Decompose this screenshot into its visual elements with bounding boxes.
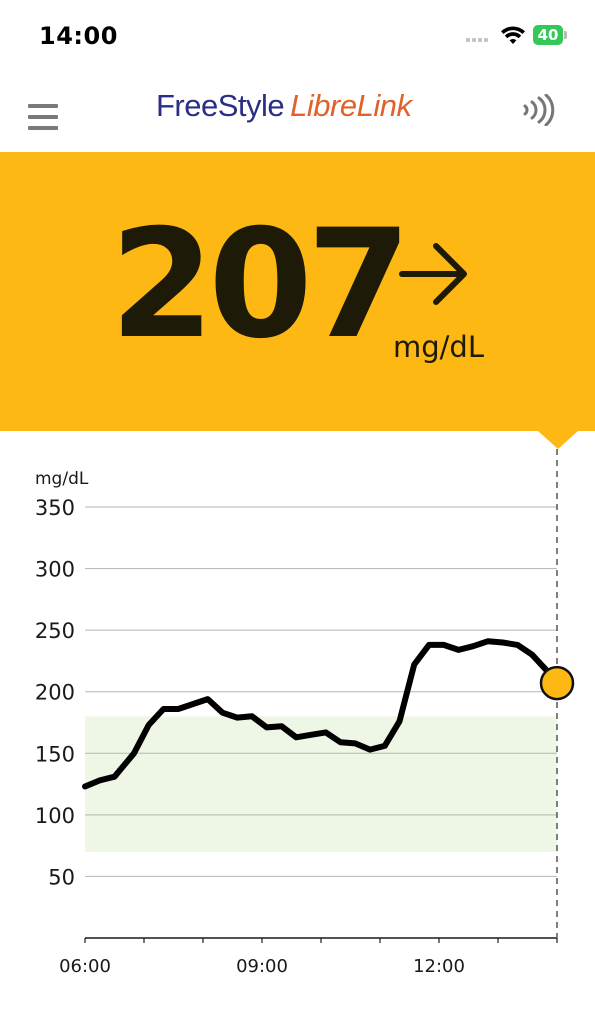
current-reading-marker [539,665,575,701]
cellular-signal-icon [466,38,488,42]
y-tick-label: 250 [35,619,75,643]
glucose-unit: mg/dL [393,330,484,364]
glucose-reading-banner: 207 mg/dL [0,152,595,431]
battery-icon: 40 [533,25,567,45]
nfc-scan-icon[interactable] [522,94,556,126]
x-tick-label: 09:00 [236,956,288,977]
y-tick-label: 200 [35,681,75,705]
y-tick-label: 300 [35,558,75,582]
chart-canvas: 350 300 250 200 150 100 50 06:00 09:00 12:00 mg/… [35,449,575,977]
target-range-band [85,716,557,852]
y-tick-label: 50 [48,865,75,889]
x-tick-label: 06:00 [59,956,111,977]
hamburger-menu-icon[interactable] [28,104,58,130]
status-bar: 14:00 40 [0,0,595,72]
wifi-icon [501,26,525,44]
y-tick-label: 350 [35,496,75,520]
y-tick-label: 100 [35,804,75,828]
status-time: 14:00 [39,22,118,50]
arrow-right-icon [399,243,467,305]
banner-pointer [538,431,578,449]
logo-freestyle: FreeStyle [156,88,285,123]
y-axis-unit-label: mg/dL [35,469,89,489]
glucose-history-chart: 350 300 250 200 150 100 50 06:00 09:00 12:00 mg/… [0,449,595,1024]
y-tick-label: 150 [35,742,75,766]
app-screen: 14:00 40 FreeStyle LibreLink 207 mg/dL 3… [0,0,595,1024]
battery-level: 40 [537,26,559,44]
logo-librelink: LibreLink [290,88,412,123]
app-header: FreeStyle LibreLink [0,72,595,152]
glucose-value: 207 [110,198,411,372]
app-logo: FreeStyle LibreLink [156,88,412,124]
x-tick-label: 12:00 [413,956,465,977]
